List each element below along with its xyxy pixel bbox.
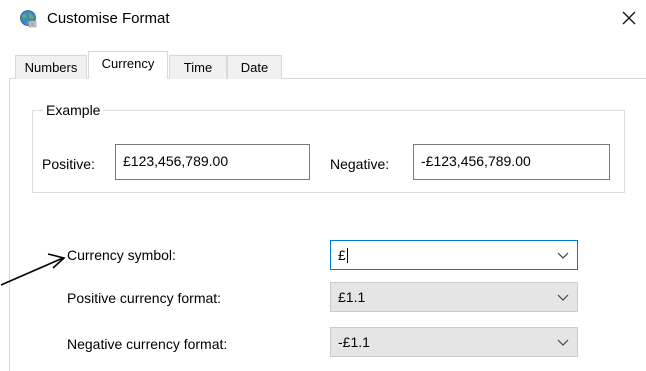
currency-symbol-label: Currency symbol: (67, 247, 176, 263)
tab-label: Time (183, 60, 213, 75)
positive-example-label: Positive: (42, 156, 95, 172)
negative-currency-format-value: -£1.1 (338, 334, 370, 350)
tab-currency[interactable]: Currency (88, 51, 168, 79)
tab-label: Date (240, 60, 269, 75)
window-title: Customise Format (47, 10, 170, 27)
tab-numbers[interactable]: Numbers (15, 55, 87, 79)
chevron-down-icon[interactable] (557, 250, 569, 260)
currency-symbol-input[interactable]: £ (338, 247, 348, 263)
positive-currency-format-value: £1.1 (338, 289, 366, 305)
tab-label: Numbers (24, 60, 78, 75)
globe-settings-icon (18, 9, 38, 29)
positive-currency-format-label: Positive currency format: (67, 290, 222, 306)
positive-currency-format-select[interactable]: £1.1 (330, 282, 578, 312)
annotation-arrow (0, 246, 70, 286)
chevron-down-icon[interactable] (557, 292, 569, 302)
example-legend: Example (43, 102, 104, 118)
tab-label: Currency (101, 56, 155, 71)
chevron-down-icon[interactable] (557, 337, 569, 347)
negative-currency-format-label: Negative currency format: (67, 336, 228, 352)
negative-example-field: -£123,456,789.00 (413, 144, 610, 180)
negative-example-label: Negative: (330, 156, 390, 172)
currency-symbol-combobox[interactable]: £ (330, 240, 578, 270)
positive-example-field: £123,456,789.00 (115, 144, 310, 180)
tab-date[interactable]: Date (227, 55, 282, 79)
close-icon[interactable] (617, 6, 641, 30)
tab-time[interactable]: Time (169, 55, 227, 79)
negative-currency-format-select[interactable]: -£1.1 (330, 327, 578, 357)
